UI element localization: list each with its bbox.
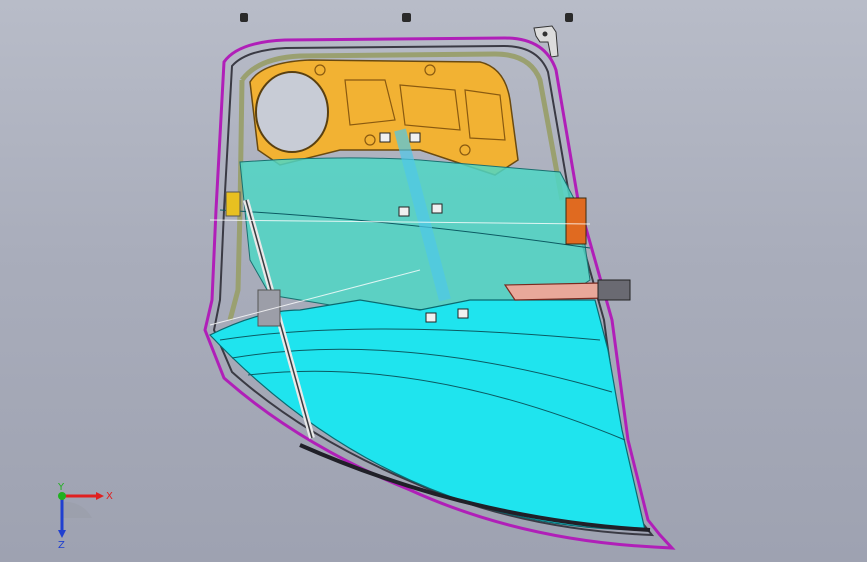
y-axis-marker [58,492,66,500]
window-glass [209,299,646,531]
fastener-clips [240,13,573,22]
x-axis-label: X [106,491,113,502]
lock-actuator [597,279,631,301]
coordinate-triad: X Y Z [46,480,116,551]
door-handle [503,282,609,301]
wiring-connector [565,197,587,245]
speaker-hole [255,71,329,153]
z-axis-label: Z [58,540,65,550]
hinge-latch [225,191,241,217]
y-axis-label: Y [57,482,65,493]
cad-viewport[interactable] [0,0,867,562]
